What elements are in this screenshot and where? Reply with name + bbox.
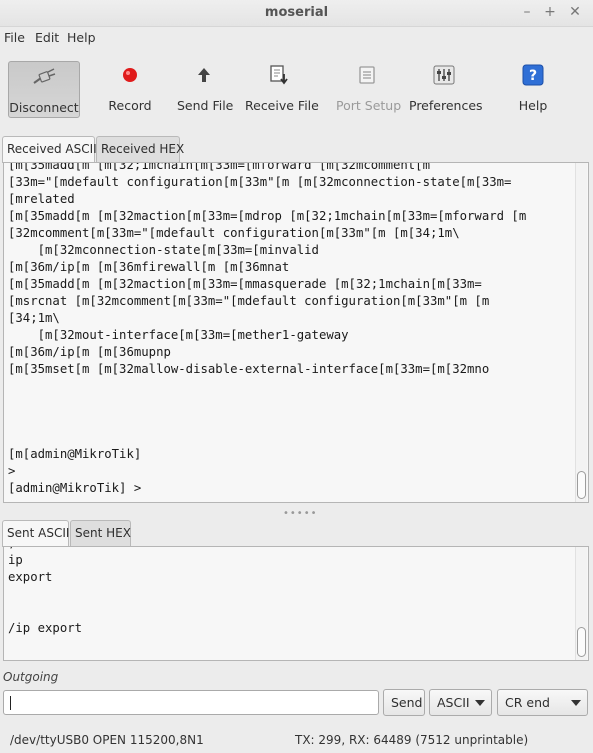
window-title: moserial xyxy=(264,5,329,20)
tab-sent-ascii[interactable]: Sent ASCII xyxy=(2,520,69,547)
traffic-counts: TX: 299, RX: 64489 (7512 unprintable) xyxy=(295,733,529,747)
tab-received-ascii[interactable]: Received ASCII xyxy=(2,136,97,163)
terminal-line: > xyxy=(8,464,16,478)
terminal-line: [mrelated xyxy=(8,192,75,206)
port-status: /dev/ttyUSB0 OPEN 115200,8N1 xyxy=(10,733,204,747)
terminal-line: [admin@MikroTik] > xyxy=(8,481,142,495)
terminal-line: [m[32mconnection-state[m[33m=[minvalid xyxy=(8,243,319,257)
terminal-line: [m[35madd[m [m[32maction[m[33m=[mdrop [m… xyxy=(8,209,527,223)
port-setup-button[interactable]: Port Setup xyxy=(336,60,402,116)
upload-arrow-icon xyxy=(177,60,231,90)
sliders-icon xyxy=(409,60,479,90)
terminal-line: [33m="[mdefault configuration[m[33m"[m [… xyxy=(8,175,512,189)
toolbar: Disconnect Record Send File Receive File xyxy=(0,52,593,124)
minimize-icon[interactable]: – xyxy=(518,3,536,21)
outgoing-input[interactable] xyxy=(3,690,379,715)
line-end-select[interactable]: CR end xyxy=(497,689,588,716)
sent-text-area[interactable]: ,ipexport/ip export xyxy=(3,546,589,661)
terminal-line: ip xyxy=(8,553,23,567)
record-label: Record xyxy=(108,98,152,113)
port-setup-icon xyxy=(336,60,398,90)
close-icon[interactable]: ✕ xyxy=(566,3,584,21)
disconnect-button[interactable]: Disconnect xyxy=(8,61,80,118)
status-bar: /dev/ttyUSB0 OPEN 115200,8N1 TX: 299, RX… xyxy=(0,726,593,753)
terminal-line: [m[35madd[m [m[32;1mchain[m[33m=[mforwar… xyxy=(8,162,430,172)
terminal-line: [34;1m\ xyxy=(8,311,60,325)
send-file-label: Send File xyxy=(177,98,234,113)
receive-file-label: Receive File xyxy=(245,98,319,113)
receive-file-button[interactable]: Receive File xyxy=(245,60,319,116)
send-file-button[interactable]: Send File xyxy=(177,60,234,116)
encoding-select-value: ASCII xyxy=(437,695,470,710)
help-button[interactable]: ? Help xyxy=(513,60,553,116)
terminal-line: export xyxy=(8,570,53,584)
help-label: Help xyxy=(518,98,548,113)
terminal-line: [m[35mset[m [m[32mallow-disable-external… xyxy=(8,362,490,376)
chevron-down-icon xyxy=(571,700,581,706)
svg-text:?: ? xyxy=(529,68,537,84)
title-bar: moserial – + ✕ xyxy=(0,0,593,27)
menu-file[interactable]: File xyxy=(4,30,25,45)
help-icon: ? xyxy=(513,60,553,90)
received-scroll-thumb[interactable] xyxy=(577,471,586,499)
terminal-line: [m[35madd[m [m[32maction[m[33m=[mmasquer… xyxy=(8,277,482,291)
encoding-select[interactable]: ASCII xyxy=(429,689,492,716)
received-scrollbar[interactable] xyxy=(575,163,587,502)
disconnect-label: Disconnect xyxy=(9,100,79,115)
terminal-line: [m[36m/ip[m [m[36mupnp xyxy=(8,345,171,359)
sent-scroll-thumb[interactable] xyxy=(577,627,586,657)
receive-file-icon xyxy=(245,60,313,90)
plug-icon xyxy=(9,62,79,92)
terminal-line: [m[admin@MikroTik] xyxy=(8,447,142,461)
send-button[interactable]: Send xyxy=(383,689,425,716)
maximize-icon[interactable]: + xyxy=(541,3,559,21)
line-end-select-value: CR end xyxy=(505,695,550,710)
text-caret xyxy=(10,696,11,710)
pane-splitter-grip[interactable]: ••••• xyxy=(283,508,318,519)
sent-scrollbar[interactable] xyxy=(575,547,587,660)
port-setup-label: Port Setup xyxy=(336,98,402,113)
terminal-line: [msrcnat [m[32mcomment[m[33m="[mdefault … xyxy=(8,294,490,308)
preferences-button[interactable]: Preferences xyxy=(409,60,483,116)
terminal-line: [m[36m/ip[m [m[36mfirewall[m [m[36mnat xyxy=(8,260,290,274)
outgoing-label: Outgoing xyxy=(3,670,59,684)
received-text-area[interactable]: [m[35madd[m [m[32;1mchain[m[33m=[mforwar… xyxy=(3,162,589,503)
chevron-down-icon xyxy=(475,700,485,706)
menu-help[interactable]: Help xyxy=(67,30,96,45)
terminal-line: [m[32mout-interface[m[33m=[mether1-gatew… xyxy=(8,328,349,342)
menu-bar: File Edit Help xyxy=(0,27,593,49)
terminal-line: [32mcomment[m[33m="[mdefault configurati… xyxy=(8,226,460,240)
menu-edit[interactable]: Edit xyxy=(35,30,59,45)
tab-sent-hex[interactable]: Sent HEX xyxy=(70,520,131,546)
record-icon xyxy=(104,60,156,90)
tab-received-hex[interactable]: Received HEX xyxy=(96,136,184,162)
terminal-line: /ip export xyxy=(8,621,83,635)
preferences-label: Preferences xyxy=(409,98,483,113)
record-button[interactable]: Record xyxy=(104,60,156,116)
